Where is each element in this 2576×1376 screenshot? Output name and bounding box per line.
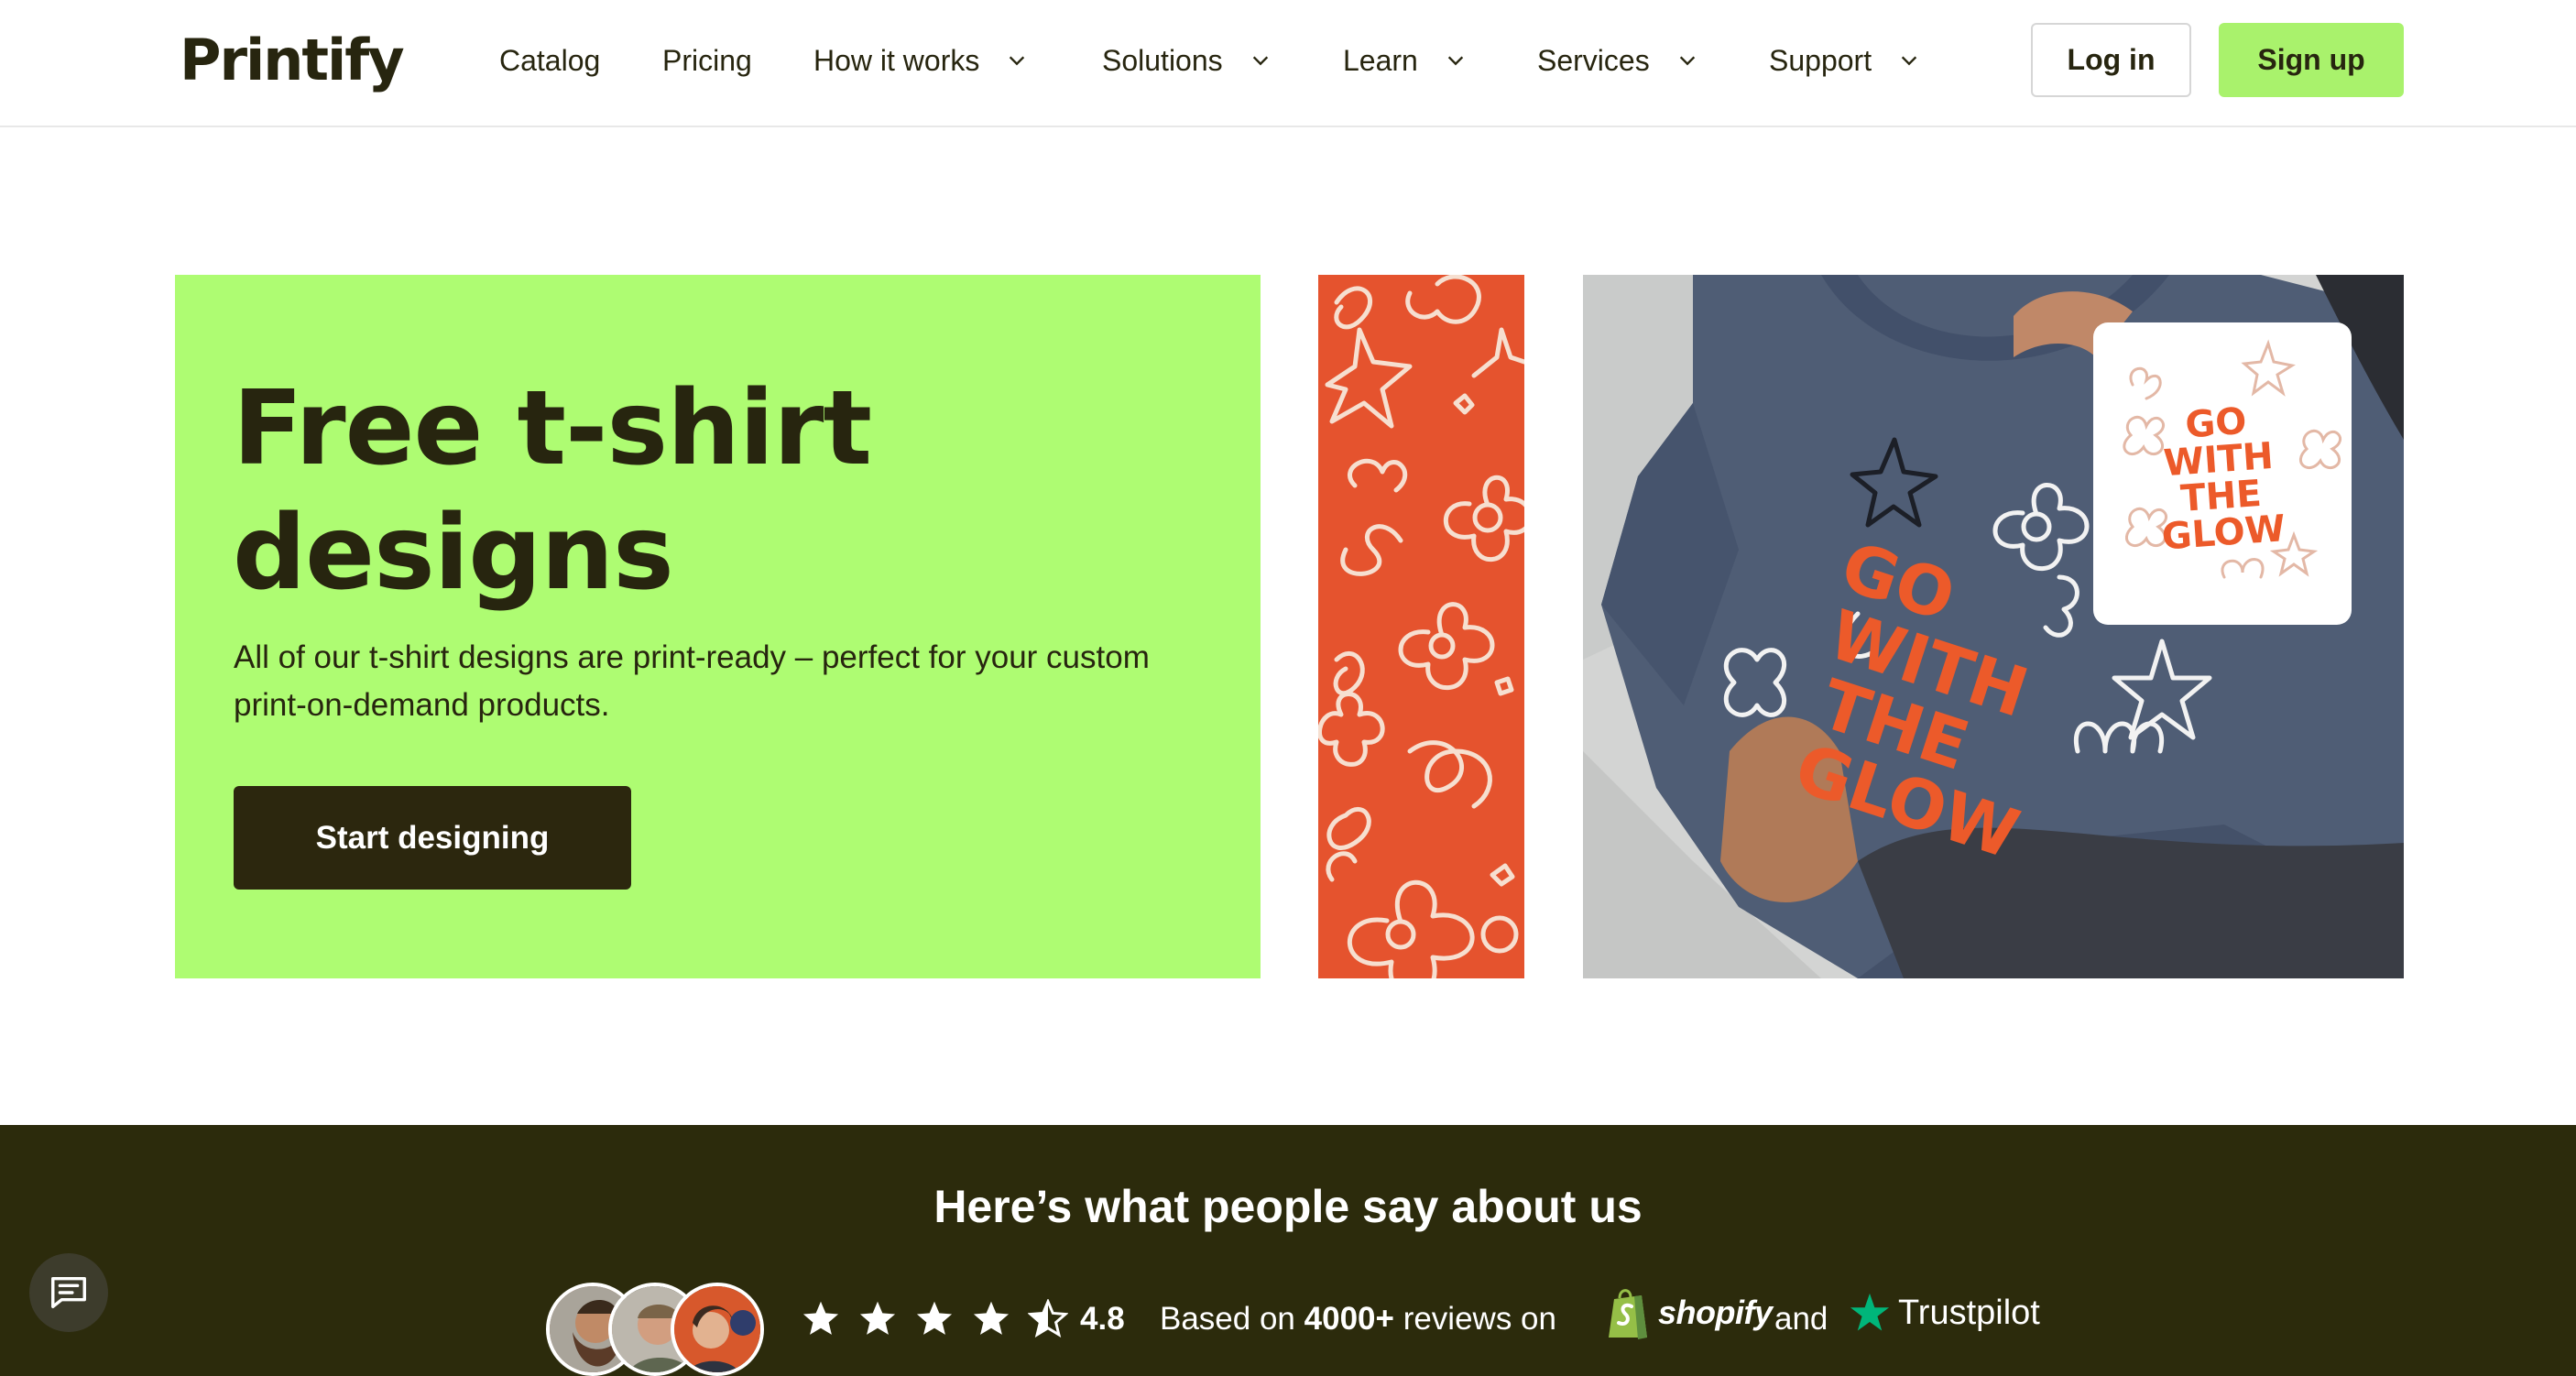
design-card-text: GLOW [2160, 508, 2287, 558]
hero-card: Free t-shirt designs All of our t-shirt … [175, 275, 1261, 978]
reviews-title: Here’s what people say about us [933, 1181, 1643, 1232]
nav-item-label: Catalog [499, 43, 601, 77]
hero-title: Free t-shirt designs [233, 366, 1149, 616]
nav-item-catalog[interactable]: Catalog [499, 37, 600, 84]
hero-description: All of our t-shirt designs are print-rea… [234, 639, 1150, 723]
rating-stars [801, 1299, 1068, 1339]
tshirt-photo: GO WITH THE GLOW GO WITH THE GLOW [1583, 275, 2404, 978]
nav-item-how-it-works[interactable]: How it works [813, 37, 1027, 84]
trustpilot-wordmark: Trustpilot [1898, 1293, 2040, 1332]
trustpilot-link[interactable]: Trustpilot [1849, 1292, 2040, 1334]
nav-item-services[interactable]: Services [1537, 37, 1697, 84]
trustpilot-star-icon [1850, 1293, 1890, 1331]
star-icon [973, 1301, 1010, 1335]
and-text: and [1774, 1301, 1828, 1337]
avatar [671, 1283, 764, 1376]
chevron-down-icon [1010, 56, 1025, 66]
chevron-down-icon [1252, 56, 1268, 66]
based-suffix: reviews on [1403, 1301, 1556, 1337]
nav-item-solutions[interactable]: Solutions [1102, 37, 1271, 84]
nav-item-label: Solutions [1102, 43, 1223, 77]
nav-item-learn[interactable]: Learn [1343, 37, 1466, 84]
reviews-section: Here’s what people say about us 4.8 Base… [0, 1125, 2576, 1376]
rating-value: 4.8 [1080, 1301, 1125, 1337]
chevron-down-icon [1901, 56, 1917, 66]
signup-button[interactable]: Sign up [2219, 23, 2404, 97]
star-icon [916, 1301, 953, 1335]
star-icon [859, 1301, 896, 1335]
chevron-down-icon [1447, 56, 1464, 66]
based-prefix: Based on [1160, 1301, 1295, 1337]
site-header: Printify Catalog Pricing How it works So… [0, 0, 2576, 127]
printify-logo[interactable]: Printify [180, 24, 405, 97]
nav-item-label: How it works [813, 43, 980, 77]
review-count: 4000+ [1304, 1301, 1394, 1337]
login-button[interactable]: Log in [2031, 23, 2191, 97]
star-icon [802, 1301, 839, 1335]
chat-button[interactable] [29, 1253, 108, 1332]
nav-item-label: Support [1769, 43, 1872, 77]
tshirt-scene: GO WITH THE GLOW GO WITH THE GLOW [1583, 275, 2404, 978]
chat-icon [51, 1276, 86, 1309]
flower-doodle-pattern [1318, 275, 1524, 978]
nav-item-support[interactable]: Support [1769, 37, 1919, 84]
nav-item-label: Learn [1343, 43, 1418, 77]
start-designing-button[interactable]: Start designing [234, 786, 631, 890]
half-star-icon [1028, 1299, 1068, 1338]
hero-title-line: designs [233, 494, 674, 613]
shopify-bag-icon [1609, 1289, 1647, 1339]
chevron-down-icon [1679, 56, 1695, 66]
reviews-count-text: Based on 4000+ reviews on [1160, 1299, 1556, 1339]
nav-item-pricing[interactable]: Pricing [662, 37, 752, 84]
doodle-pattern-image [1318, 275, 1524, 978]
shopify-wordmark: shopify [1658, 1294, 1773, 1331]
shopify-link[interactable]: shopify [1607, 1286, 1773, 1339]
hero-title-line: Free t-shirt [233, 369, 872, 488]
nav-item-label: Services [1537, 43, 1650, 77]
nav-item-label: Pricing [662, 43, 752, 77]
